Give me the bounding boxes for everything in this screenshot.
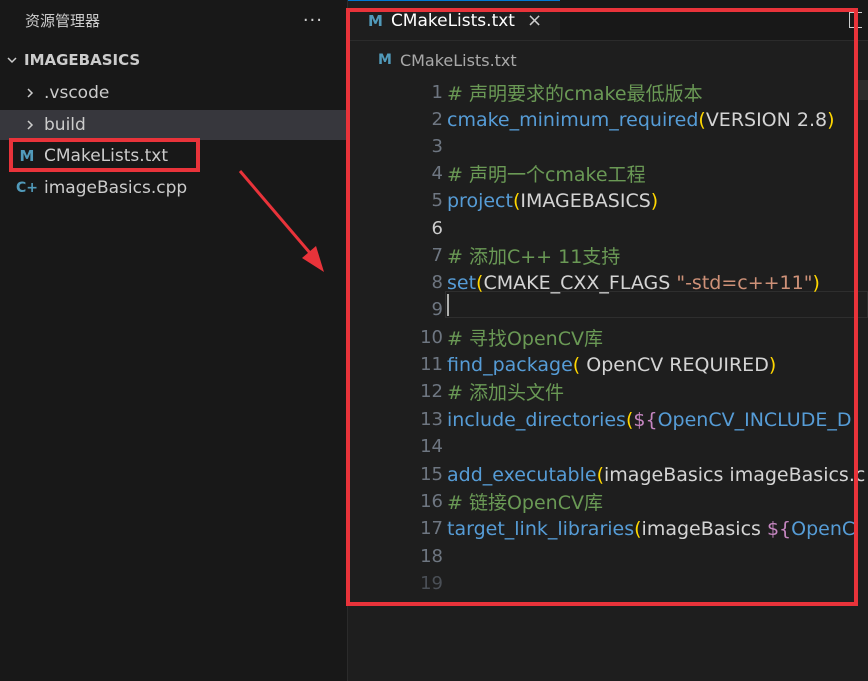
- explorer-header: 资源管理器 ···: [0, 0, 347, 40]
- tree-item-label: build: [44, 115, 86, 135]
- more-actions-icon[interactable]: ···: [303, 10, 323, 31]
- folder-imagebasics[interactable]: IMAGEBASICS: [0, 46, 347, 74]
- tree-item-vscode[interactable]: .vscode: [0, 78, 347, 108]
- tree-item-label: imageBasics.cpp: [44, 178, 188, 198]
- chevron-right-icon: [20, 87, 40, 99]
- chevron-down-icon: [0, 54, 24, 66]
- tree-item-build[interactable]: build: [0, 110, 347, 140]
- explorer-title: 资源管理器: [25, 11, 101, 30]
- cpp-file-icon: C+: [16, 180, 39, 196]
- annotation-box-editor: [346, 8, 858, 606]
- folder-label: IMAGEBASICS: [24, 51, 141, 69]
- tree-item-label: .vscode: [44, 83, 110, 103]
- explorer-sidebar: 资源管理器 ··· IMAGEBASICS .vscode build M CM…: [0, 0, 348, 681]
- annotation-box-file: [9, 138, 200, 172]
- chevron-right-icon: [20, 119, 40, 131]
- annotation-arrow-icon: [238, 170, 324, 272]
- minimap[interactable]: [858, 80, 868, 100]
